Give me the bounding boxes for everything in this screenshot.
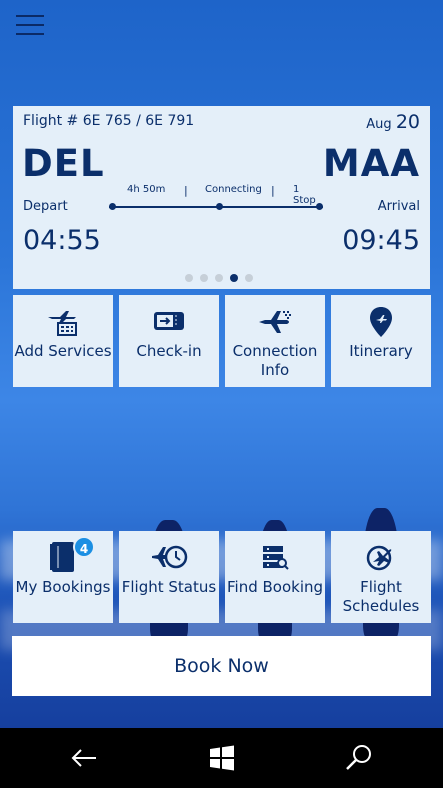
route-origin-dot [109, 203, 116, 210]
my-bookings-tile[interactable]: 4 My Bookings [13, 531, 113, 623]
hamburger-menu-icon[interactable] [16, 15, 44, 37]
route-separator: | [271, 184, 275, 197]
system-navbar [0, 728, 443, 788]
flight-summary-card[interactable]: Flight # 6E 765 / 6E 791 Aug 20 DEL MAA … [13, 106, 430, 289]
pager-dot[interactable] [245, 274, 253, 282]
depart-label: Depart [23, 199, 68, 214]
bookings-count-badge: 4 [73, 536, 95, 558]
add-services-icon [13, 309, 113, 341]
plane-circle-icon [331, 542, 431, 576]
flight-duration: 4h 50m [127, 184, 166, 195]
boarding-pass-icon [119, 310, 219, 336]
tile-label: Itinerary [349, 342, 413, 360]
origin-code: DEL [22, 142, 105, 185]
route-separator: | [184, 184, 188, 197]
route-destination-dot [316, 203, 323, 210]
connection-info-tile[interactable]: Connection Info [225, 295, 325, 387]
pager-dot-active[interactable] [230, 274, 238, 282]
windows-start-icon[interactable] [206, 742, 238, 774]
tile-label: Flight Status [121, 578, 217, 596]
itinerary-tile[interactable]: Itinerary [331, 295, 431, 387]
route-stop-dot [216, 203, 223, 210]
tile-label: Connection Info [232, 342, 318, 379]
tile-label: Check-in [136, 342, 202, 360]
flight-month: Aug [366, 117, 392, 132]
route-line: 4h 50m | Connecting | 1 Stop [109, 184, 323, 212]
location-pin-icon [331, 306, 431, 342]
flight-day: 20 [395, 111, 420, 133]
flight-status-tile[interactable]: Flight Status [119, 531, 219, 623]
pager-dot[interactable] [200, 274, 208, 282]
add-services-tile[interactable]: Add Services [13, 295, 113, 387]
flight-date: Aug 20 [366, 111, 420, 133]
destination-code: MAA [322, 142, 420, 185]
find-booking-tile[interactable]: Find Booking [225, 531, 325, 623]
arrival-label: Arrival [377, 199, 420, 214]
plane-clock-icon [119, 542, 219, 576]
pager-dot[interactable] [185, 274, 193, 282]
flight-schedules-tile[interactable]: Flight Schedules [331, 531, 431, 623]
back-arrow-icon[interactable] [68, 742, 100, 774]
flight-number: Flight # 6E 765 / 6E 791 [23, 113, 195, 129]
search-icon[interactable] [343, 742, 375, 774]
tile-label: Flight Schedules [342, 578, 420, 615]
connection-type: Connecting [205, 184, 262, 195]
check-in-tile[interactable]: Check-in [119, 295, 219, 387]
depart-time: 04:55 [23, 225, 101, 256]
tile-label: My Bookings [15, 578, 111, 596]
book-now-button[interactable]: Book Now [12, 636, 431, 696]
list-search-icon [225, 544, 325, 574]
arrival-time: 09:45 [342, 225, 420, 256]
booklet-icon [13, 540, 113, 578]
connecting-plane-icon [225, 308, 325, 340]
tile-label: Add Services [14, 342, 112, 360]
pager-dot[interactable] [215, 274, 223, 282]
tile-label: Find Booking [226, 578, 324, 596]
card-pager[interactable] [185, 267, 260, 286]
